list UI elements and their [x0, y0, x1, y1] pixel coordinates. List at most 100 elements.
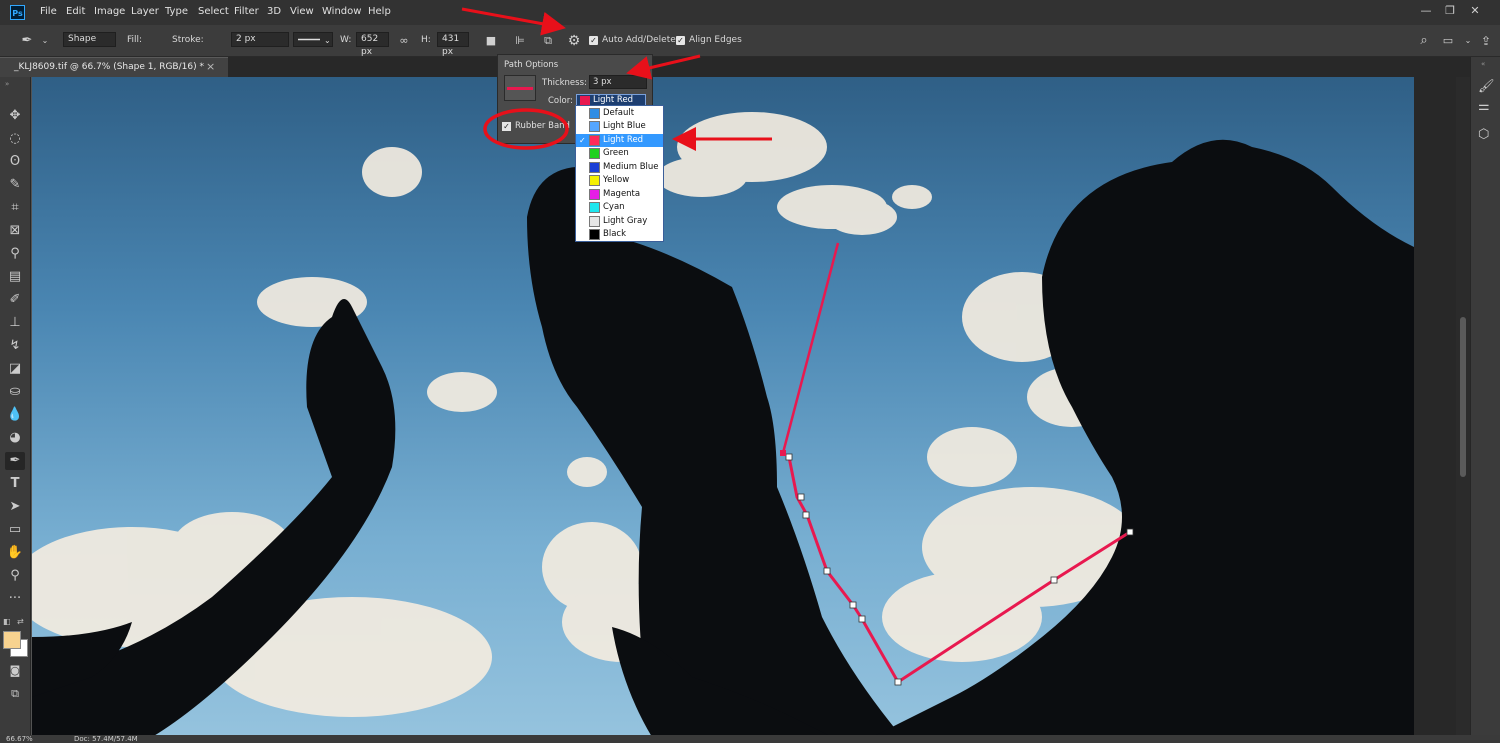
screen-mode-icon[interactable]: ⧉	[5, 685, 25, 703]
rubber-band-segment	[783, 243, 838, 453]
rubber-band-label: Rubber Band	[515, 121, 570, 131]
frame-tool-icon[interactable]: ⊠	[5, 222, 25, 240]
path-alignment-icon[interactable]: ⊫	[512, 33, 528, 49]
share-icon[interactable]: ⇪	[1478, 33, 1494, 49]
color-option-green[interactable]: Green	[576, 147, 663, 160]
quick-mask-icon[interactable]: ◙	[5, 662, 25, 680]
expand-panels-icon[interactable]: «	[1481, 60, 1485, 68]
color-option-medium-blue[interactable]: Medium Blue	[576, 161, 663, 174]
menu-image[interactable]: Image	[94, 6, 125, 17]
color-option-default[interactable]: Default	[576, 107, 663, 120]
collapse-toolbar-icon[interactable]: »	[5, 80, 9, 88]
scrollbar-thumb[interactable]	[1460, 317, 1466, 477]
menu-help[interactable]: Help	[368, 6, 391, 17]
foreground-color-swatch[interactable]	[3, 631, 21, 649]
path-options-title: Path Options	[504, 60, 558, 70]
stroke-label: Stroke:	[172, 35, 204, 45]
document-canvas[interactable]	[32, 77, 1414, 737]
move-tool-icon[interactable]: ✥	[5, 107, 25, 125]
eyedropper-tool-icon[interactable]: ⚲	[5, 245, 25, 263]
more-tools-icon[interactable]: ···	[5, 590, 25, 608]
menu-select[interactable]: Select	[198, 6, 229, 17]
hand-tool-icon[interactable]: ✋	[5, 544, 25, 562]
align-edges-checkbox[interactable]: ✓	[676, 36, 685, 45]
blur-tool-icon[interactable]: 💧	[5, 406, 25, 424]
path-selection-tool-icon[interactable]: ➤	[5, 498, 25, 516]
width-field[interactable]: 652 px	[356, 32, 389, 47]
thickness-field[interactable]: 3 px	[589, 75, 647, 89]
swatch-magenta	[589, 189, 600, 200]
close-window-icon[interactable]: ✕	[1467, 4, 1483, 18]
tool-preset-chevron-icon[interactable]: ⌄	[37, 33, 53, 49]
path-preview	[504, 75, 536, 101]
3d-cube-icon[interactable]: ⬡	[1478, 127, 1489, 142]
eraser-tool-icon[interactable]: ◪	[5, 360, 25, 378]
color-option-yellow[interactable]: Yellow	[576, 174, 663, 187]
width-label: W:	[340, 35, 351, 45]
silhouettes	[32, 140, 1414, 737]
thickness-label: Thickness:	[542, 78, 587, 88]
menu-filter[interactable]: Filter	[234, 6, 259, 17]
minimize-icon[interactable]: —	[1418, 4, 1434, 18]
color-dropdown-list[interactable]: Default Light Blue ✓Light Red Green Medi…	[575, 105, 664, 242]
restore-icon[interactable]: ❐	[1442, 4, 1458, 18]
gear-icon[interactable]: ⚙	[566, 33, 582, 49]
document-tab[interactable]: _KLJ8609.tif @ 66.7% (Shape 1, RGB/16) *…	[0, 57, 228, 77]
workspace-icon[interactable]: ▭	[1440, 33, 1456, 49]
color-option-light-gray[interactable]: Light Gray	[576, 215, 663, 228]
crop-tool-icon[interactable]: ⌗	[5, 199, 25, 217]
stroke-type-select[interactable]: ⌄	[293, 32, 333, 47]
link-dimensions-icon[interactable]: ∞	[396, 33, 412, 49]
menu-3d[interactable]: 3D	[267, 6, 281, 17]
swatch-medium-blue	[589, 162, 600, 173]
healing-brush-tool-icon[interactable]: ▤	[5, 268, 25, 286]
marquee-tool-icon[interactable]: ◌	[5, 130, 25, 148]
brush-settings-icon[interactable]: 🖌	[1478, 79, 1495, 94]
menu-window[interactable]: Window	[322, 6, 361, 17]
active-anchor-point[interactable]	[780, 450, 786, 456]
path-arrangement-icon[interactable]: ⧉	[540, 33, 556, 49]
brush-tool-icon[interactable]: ✐	[5, 291, 25, 309]
zoom-level[interactable]: 66.67%	[6, 735, 33, 743]
lasso-tool-icon[interactable]: ʘ	[5, 153, 25, 171]
menu-edit[interactable]: Edit	[66, 6, 85, 17]
vertical-scrollbar[interactable]	[1456, 77, 1470, 737]
quick-selection-tool-icon[interactable]: ✎	[5, 176, 25, 194]
adjustments-icon[interactable]: ⚌	[1478, 99, 1490, 114]
pen-tool-icon[interactable]: ✒	[19, 33, 35, 49]
menu-type[interactable]: Type	[165, 6, 188, 17]
svg-text:⌄: ⌄	[324, 36, 331, 45]
auto-add-delete-checkbox[interactable]: ✓	[589, 36, 598, 45]
color-option-black[interactable]: Black	[576, 228, 663, 241]
menu-file[interactable]: File	[40, 6, 57, 17]
height-field[interactable]: 431 px	[437, 32, 469, 47]
path-operations-icon[interactable]: ■	[483, 33, 499, 49]
swatch-cyan	[589, 202, 600, 213]
stroke-width-field[interactable]: 2 px	[231, 32, 289, 47]
dodge-tool-icon[interactable]: ◕	[5, 429, 25, 447]
clone-stamp-tool-icon[interactable]: ⊥	[5, 314, 25, 332]
color-option-magenta[interactable]: Magenta	[576, 188, 663, 201]
search-icon[interactable]: ⌕	[1416, 33, 1432, 49]
tool-mode-select[interactable]: Shape	[63, 32, 116, 47]
pen-tool-icon-active[interactable]: ✒	[5, 452, 25, 470]
color-option-light-red[interactable]: ✓Light Red	[576, 134, 663, 147]
default-colors-icon[interactable]: ◧	[3, 617, 11, 626]
color-option-light-blue[interactable]: Light Blue	[576, 120, 663, 133]
paint-bucket-tool-icon[interactable]: ⛀	[5, 383, 25, 401]
swatch-default	[589, 108, 600, 119]
menu-layer[interactable]: Layer	[131, 6, 159, 17]
color-option-cyan[interactable]: Cyan	[576, 201, 663, 214]
zoom-tool-icon[interactable]: ⚲	[5, 567, 25, 585]
rectangle-tool-icon[interactable]: ▭	[5, 521, 25, 539]
type-tool-icon[interactable]: T	[5, 475, 25, 493]
swap-colors-icon[interactable]: ⇄	[17, 617, 24, 626]
workspace-chevron-icon[interactable]: ⌄	[1460, 33, 1476, 49]
menu-view[interactable]: View	[290, 6, 314, 17]
close-tab-icon[interactable]: ×	[206, 60, 215, 73]
history-brush-tool-icon[interactable]: ↯	[5, 337, 25, 355]
options-bar: ✒ ⌄ Shape Fill: Stroke: 2 px ⌄ W: 652 px…	[0, 25, 1500, 57]
auto-add-delete-label: Auto Add/Delete	[602, 35, 676, 45]
swatch-light-red	[589, 135, 600, 146]
rubber-band-checkbox[interactable]: ✓	[502, 122, 511, 131]
